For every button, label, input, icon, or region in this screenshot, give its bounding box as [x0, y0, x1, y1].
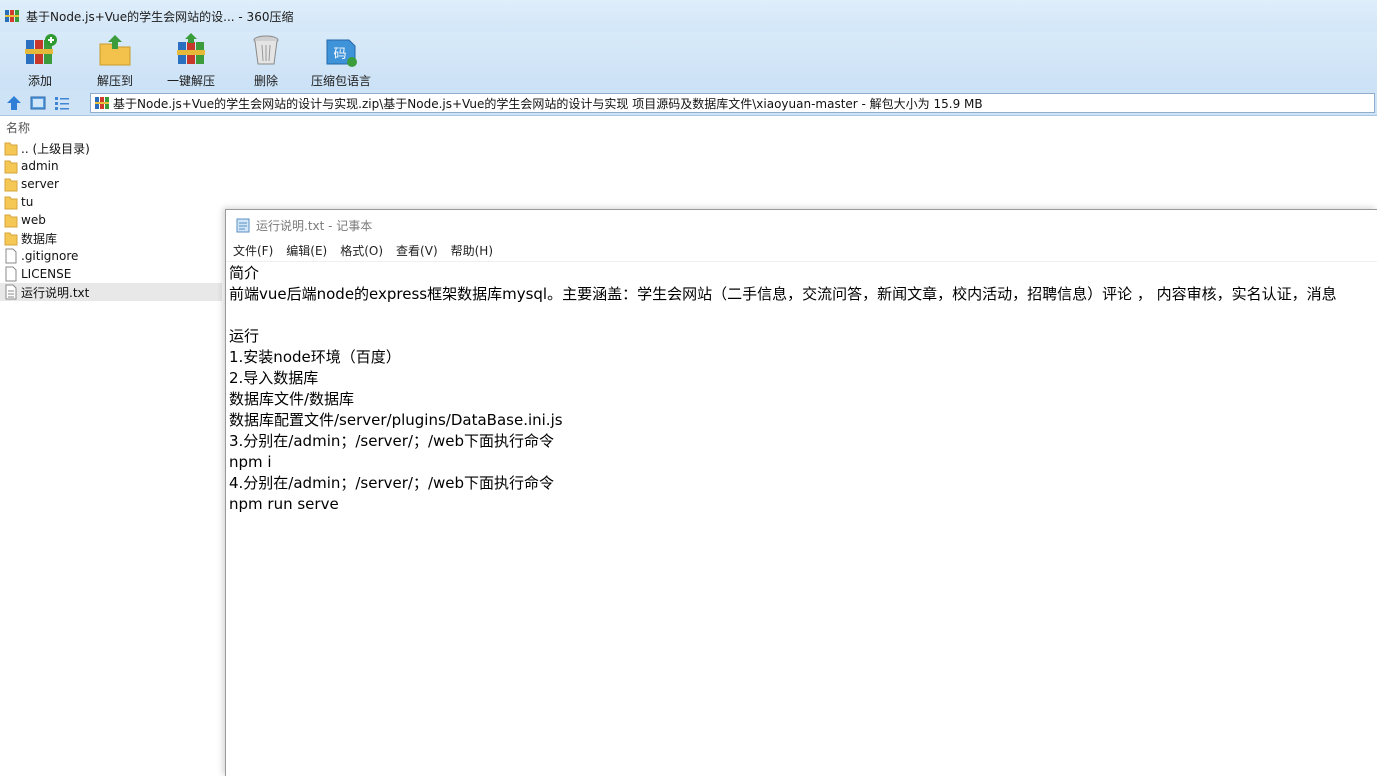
archive-app-icon — [5, 10, 19, 22]
file-row[interactable]: admin — [0, 157, 222, 175]
folder-icon — [4, 142, 18, 156]
folder-icon — [4, 214, 18, 228]
zip-archive-icon — [95, 97, 109, 109]
extract-to-button-label: 解压到 — [97, 74, 134, 88]
svg-text:码: 码 — [333, 47, 346, 62]
delete-button[interactable]: 删除 — [248, 32, 284, 89]
menu-file[interactable]: 文件(F) — [233, 242, 273, 259]
window-title: 基于Node.js+Vue的学生会网站的设... - 360压缩 — [26, 9, 294, 24]
file-row[interactable]: .. (上级目录) — [0, 139, 222, 157]
extract-to-folder-icon — [99, 35, 131, 66]
file-name: .gitignore — [21, 249, 79, 263]
path-text: 基于Node.js+Vue的学生会网站的设计与实现.zip\基于Node.js+… — [113, 96, 983, 111]
notepad-menu-bar: 文件(F) 编辑(E) 格式(O) 查看(V) 帮助(H) — [226, 240, 1377, 262]
folder-icon — [4, 232, 18, 246]
menu-edit[interactable]: 编辑(E) — [286, 242, 327, 259]
file-name: LICENSE — [21, 267, 72, 281]
up-level-button[interactable] — [4, 93, 24, 113]
menu-format[interactable]: 格式(O) — [340, 242, 383, 259]
address-bar: 基于Node.js+Vue的学生会网站的设计与实现.zip\基于Node.js+… — [0, 90, 1377, 116]
thumbnail-view-button[interactable] — [28, 93, 48, 113]
file-row[interactable]: server — [0, 175, 222, 193]
file-name: server — [21, 177, 59, 191]
text-file-icon — [5, 284, 17, 300]
folder-icon — [4, 196, 18, 210]
file-row[interactable]: web — [0, 211, 222, 229]
archive-language-label: 压缩包语言 — [311, 74, 372, 88]
file-name: .. (上级目录) — [21, 141, 90, 156]
title-bar: 基于Node.js+Vue的学生会网站的设... - 360压缩 — [0, 0, 1377, 32]
file-row[interactable]: 数据库 — [0, 229, 222, 247]
file-name: admin — [21, 159, 59, 173]
file-icon — [5, 266, 17, 282]
file-name: 数据库 — [21, 231, 58, 246]
file-row[interactable]: tu — [0, 193, 222, 211]
menu-help[interactable]: 帮助(H) — [451, 242, 493, 259]
menu-view[interactable]: 查看(V) — [396, 242, 438, 259]
file-name: tu — [21, 195, 34, 209]
thumbnail-view-icon — [30, 96, 46, 109]
archive-language-button[interactable]: 码 压缩包语言 — [311, 32, 371, 89]
file-row[interactable]: 运行说明.txt — [0, 283, 222, 301]
path-field[interactable]: 基于Node.js+Vue的学生会网站的设计与实现.zip\基于Node.js+… — [90, 93, 1375, 113]
column-header-name[interactable]: 名称 — [0, 117, 1377, 139]
notepad-title: 运行说明.txt - 记事本 — [256, 218, 373, 233]
one-click-extract-label: 一键解压 — [167, 74, 216, 88]
notepad-title-bar: 运行说明.txt - 记事本 — [226, 210, 1377, 240]
trash-can-icon — [253, 35, 279, 65]
extract-to-button[interactable]: 解压到 — [97, 32, 133, 89]
file-row[interactable]: .gitignore — [0, 247, 222, 265]
notepad-text-area[interactable]: 简介 前端vue后端node的express框架数据库mysql。主要涵盖：学生… — [226, 262, 1375, 772]
arrow-up-icon — [7, 95, 21, 110]
folder-icon — [4, 160, 18, 174]
add-button-label: 添加 — [27, 74, 52, 88]
one-click-extract-button[interactable]: 一键解压 — [167, 32, 215, 89]
list-view-icon — [55, 96, 69, 110]
notepad-window: 运行说明.txt - 记事本 文件(F) 编辑(E) 格式(O) 查看(V) 帮… — [225, 209, 1377, 776]
main-toolbar: 添加 解压到 一键解压 删除 码 压缩包语言 — [0, 32, 1377, 90]
add-books-icon — [25, 34, 57, 64]
one-click-extract-icon — [177, 33, 205, 64]
file-icon — [5, 248, 17, 264]
file-name: web — [21, 213, 46, 227]
file-row[interactable]: LICENSE — [0, 265, 222, 283]
list-view-button[interactable] — [52, 93, 72, 113]
folder-icon — [4, 178, 18, 192]
archive-language-icon: 码 — [326, 39, 357, 67]
delete-button-label: 删除 — [253, 74, 278, 88]
file-name: 运行说明.txt — [21, 285, 90, 300]
add-button[interactable]: 添加 — [22, 32, 58, 89]
notepad-icon — [236, 218, 250, 233]
